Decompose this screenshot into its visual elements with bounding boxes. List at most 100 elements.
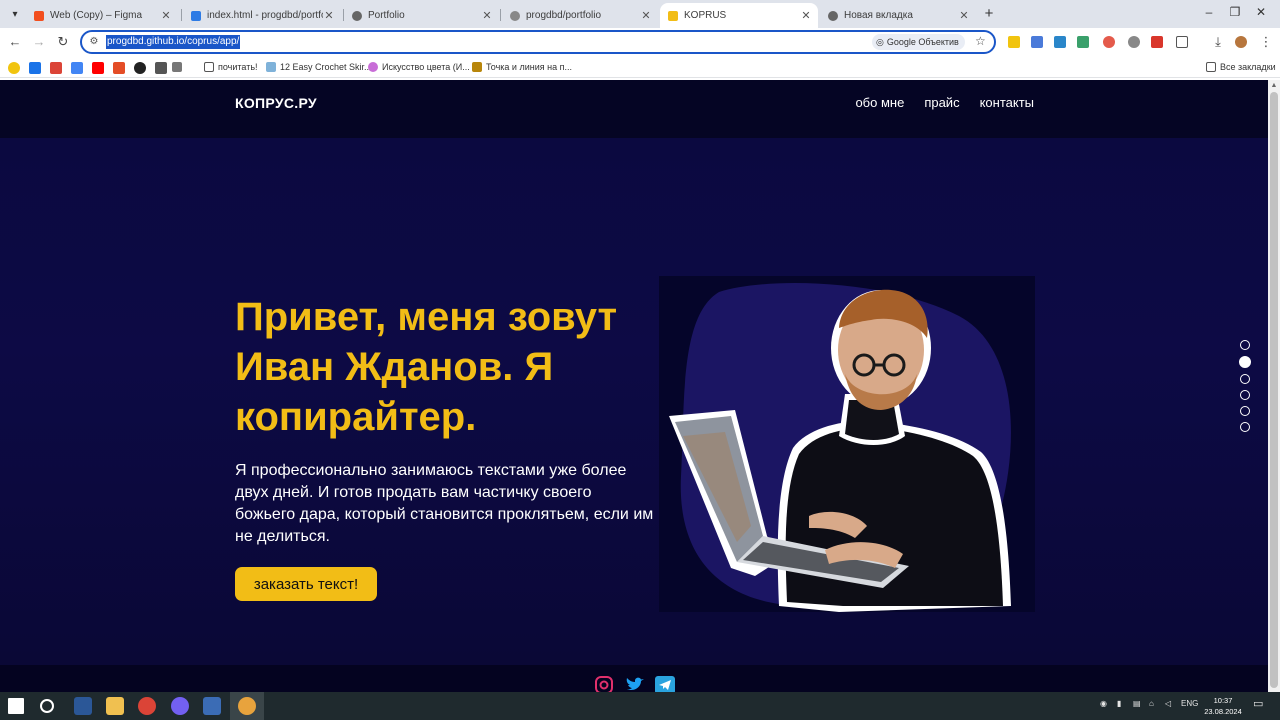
download-icon[interactable]: ⤓: [1210, 34, 1226, 50]
pagination-dot[interactable]: [1240, 374, 1250, 384]
browser-toolbar: ← → ↻ ⚙ progdbd.github.io/coprus/app/ ◎ …: [0, 28, 1280, 56]
minimize-icon[interactable]: –: [1202, 5, 1216, 19]
network-icon[interactable]: ⌂: [1149, 699, 1154, 708]
new-tab-plus-icon[interactable]: +: [980, 5, 998, 23]
app-icon[interactable]: [203, 697, 221, 715]
extension-icon[interactable]: [1128, 36, 1140, 48]
close-icon[interactable]: ✕: [958, 9, 970, 22]
nav-contacts[interactable]: контакты: [980, 95, 1034, 110]
all-bookmarks[interactable]: Все закладки: [1206, 60, 1276, 74]
window-close-icon[interactable]: ✕: [1254, 5, 1268, 19]
lens-icon: ◎: [876, 37, 884, 47]
close-icon[interactable]: ✕: [160, 9, 172, 22]
telegram-icon[interactable]: [655, 676, 675, 692]
globe-icon: [352, 10, 362, 21]
extensions-puzzle-icon[interactable]: [1176, 36, 1188, 48]
extension-icon[interactable]: [1103, 36, 1115, 48]
tab-figma[interactable]: Web (Copy) – Figma ✕: [26, 3, 178, 28]
tab-title: index.html - progdbd/portfolio: [207, 10, 323, 21]
pagination-dot-active[interactable]: [1239, 356, 1251, 368]
extension-icon[interactable]: [1077, 36, 1089, 48]
author-illustration: [669, 283, 1011, 612]
url-text[interactable]: progdbd.github.io/coprus/app/: [106, 35, 241, 49]
tab-new[interactable]: Новая вкладка ✕: [820, 3, 976, 28]
windows-taskbar: ◉ ▮ ▤ ⌂ ◁ ENG 10:37 23.08.2024 ▭: [0, 692, 1280, 720]
file-explorer-icon[interactable]: [106, 697, 124, 715]
bookmark-label: 12 Easy Crochet Skir...: [280, 62, 372, 72]
viber-icon[interactable]: [171, 697, 189, 715]
menu-kebab-icon[interactable]: ⋮: [1258, 34, 1274, 50]
language-indicator[interactable]: ENG: [1181, 699, 1198, 708]
nav-about[interactable]: обо мне: [855, 95, 904, 110]
chrome-icon: [238, 697, 256, 715]
close-icon[interactable]: ✕: [640, 9, 652, 22]
pagination-dot[interactable]: [1240, 422, 1250, 432]
tray-viber-icon[interactable]: ◉: [1100, 699, 1107, 708]
site-info-icon[interactable]: ⚙: [87, 35, 101, 49]
gmail-icon[interactable]: [50, 62, 62, 74]
page-scrollbar[interactable]: ▲: [1268, 80, 1280, 692]
chrome-icon[interactable]: [138, 697, 156, 715]
scroll-up-arrow-icon[interactable]: ▲: [1270, 82, 1278, 90]
bookmark-icon[interactable]: [113, 62, 125, 74]
order-text-button[interactable]: заказать текст!: [235, 567, 377, 601]
twitter-icon[interactable]: [625, 676, 645, 692]
tab-index-html[interactable]: index.html - progdbd/portfolio ✕: [183, 3, 341, 28]
close-icon[interactable]: ✕: [800, 9, 812, 22]
close-icon[interactable]: ✕: [323, 9, 335, 22]
bookmark-icon[interactable]: [155, 62, 167, 74]
bookmark-icon[interactable]: [8, 62, 20, 74]
site-header: КОПРУС.РУ обо мне прайс контакты: [0, 80, 1268, 138]
browser-window: ▾ Web (Copy) – Figma ✕ index.html - prog…: [0, 0, 1280, 720]
restore-icon[interactable]: ❐: [1228, 5, 1242, 19]
site-logo[interactable]: КОПРУС.РУ: [235, 95, 317, 111]
tab-portfolio[interactable]: Portfolio ✕: [344, 3, 499, 28]
pagination-dot[interactable]: [1240, 406, 1250, 416]
bookmarks-bar: почитать! 12 Easy Crochet Skir... Искусс…: [0, 56, 1280, 78]
pagination-dot[interactable]: [1240, 390, 1250, 400]
hero-description: Я профессионально занимаюсь текстами уже…: [235, 462, 654, 545]
search-icon[interactable]: [40, 699, 54, 713]
address-bar[interactable]: ⚙ progdbd.github.io/coprus/app/ ◎ Google…: [80, 30, 996, 54]
bookmark-icon[interactable]: [29, 62, 41, 74]
profile-avatar-icon[interactable]: [1235, 36, 1247, 48]
taskbar-active-app[interactable]: [230, 692, 264, 720]
translate-extension-icon[interactable]: [1031, 36, 1043, 48]
notifications-icon[interactable]: ▭: [1253, 697, 1263, 710]
github-icon[interactable]: [134, 62, 146, 74]
extension-icon[interactable]: [1054, 36, 1066, 48]
bookmark-item[interactable]: Точка и линия на п...: [472, 60, 572, 74]
tab-title: Portfolio: [368, 10, 405, 21]
forward-arrow-icon[interactable]: →: [31, 34, 47, 50]
tab-search-chevron-icon[interactable]: ▾: [6, 5, 24, 23]
tab-koprus[interactable]: KOPRUS ✕: [660, 3, 818, 28]
bookmark-icon[interactable]: [71, 62, 83, 74]
close-icon[interactable]: ✕: [481, 9, 493, 22]
tray-icon[interactable]: ▤: [1133, 699, 1141, 708]
tray-icon[interactable]: ▮: [1117, 699, 1121, 708]
lens-chip[interactable]: ◎ Google Объектив: [872, 34, 965, 50]
pagination-dot[interactable]: [1240, 340, 1250, 350]
youtube-icon[interactable]: [92, 62, 104, 74]
bookmark-icon: [472, 62, 482, 72]
extension-icon[interactable]: [1008, 36, 1020, 48]
instagram-icon[interactable]: [594, 676, 614, 692]
extension-icon[interactable]: [1151, 36, 1163, 48]
bookmark-item[interactable]: [172, 60, 186, 74]
bookmark-star-icon[interactable]: ☆: [975, 34, 986, 48]
bookmark-folder[interactable]: почитать!: [204, 60, 258, 74]
clock[interactable]: 10:37 23.08.2024: [1203, 695, 1243, 717]
scroll-thumb[interactable]: [1270, 92, 1278, 688]
windows-start-icon[interactable]: [8, 698, 24, 714]
bookmark-item[interactable]: 12 Easy Crochet Skir...: [266, 60, 372, 74]
lens-chip-label: Google Объектив: [886, 37, 959, 47]
tab-github[interactable]: progdbd/portfolio ✕: [502, 3, 658, 28]
nav-price[interactable]: прайс: [924, 95, 959, 110]
tab-title: Новая вкладка: [844, 10, 913, 21]
bookmark-item[interactable]: Искусство цвета (И...: [368, 60, 470, 74]
save-app-icon[interactable]: [74, 697, 92, 715]
volume-icon[interactable]: ◁: [1165, 699, 1171, 708]
hero-title: Привет, меня зовут Иван Жданов. Я копира…: [235, 295, 618, 439]
back-arrow-icon[interactable]: ←: [7, 34, 23, 50]
reload-icon[interactable]: ↻: [55, 34, 71, 50]
